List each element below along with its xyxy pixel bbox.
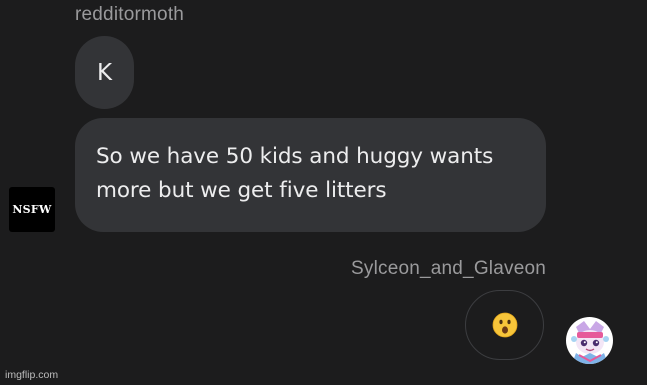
watermark: imgflip.com (5, 369, 59, 381)
avatar-label: NSFW (12, 203, 52, 216)
surprised-face-emoji-icon (492, 312, 517, 338)
outgoing-sender-name[interactable]: Sylceon_and_Glaveon (351, 258, 546, 280)
message-text: So we have 50 kids and huggy wants more … (96, 144, 494, 203)
reaction-message-bubble[interactable] (465, 290, 544, 360)
incoming-sender-name[interactable]: redditormoth (75, 4, 184, 26)
message-bubble[interactable]: So we have 50 kids and huggy wants more … (75, 118, 546, 232)
message-bubble[interactable]: K (75, 36, 134, 109)
avatar[interactable]: NSFW (9, 187, 55, 232)
character-avatar-icon (566, 317, 613, 364)
avatar[interactable] (566, 317, 613, 364)
message-text: K (96, 59, 113, 86)
